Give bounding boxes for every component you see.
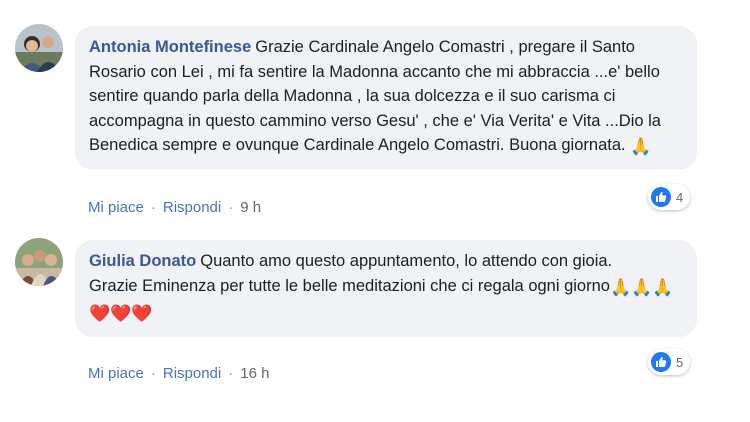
timestamp[interactable]: 16 h: [240, 365, 269, 382]
avatar[interactable]: [15, 238, 63, 286]
reaction-count: 5: [676, 354, 684, 370]
comment-2: Giulia Donato Quanto amo questo appuntame…: [0, 0, 750, 422]
comment-author[interactable]: Giulia Donato: [89, 252, 196, 270]
profile-photo-icon: [15, 238, 63, 286]
like-link[interactable]: Mi piace: [88, 365, 144, 382]
reply-link[interactable]: Rispondi: [163, 365, 221, 382]
like-icon: [651, 352, 671, 372]
separator-dot: ·: [150, 365, 156, 382]
separator-dot: ·: [228, 365, 234, 382]
comment-bubble: Giulia Donato Quanto amo questo appuntame…: [75, 240, 697, 337]
reaction-summary[interactable]: 5: [648, 349, 691, 375]
comment-actions: Mi piace · Rispondi · 16 h: [88, 365, 269, 382]
